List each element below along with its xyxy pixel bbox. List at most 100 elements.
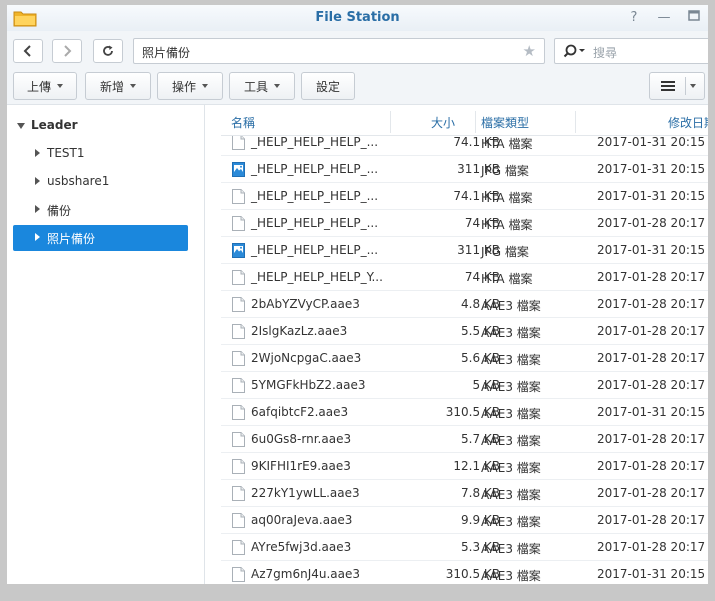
search-input[interactable]: 搜尋 (554, 38, 708, 64)
column-divider[interactable] (575, 111, 576, 133)
collapsed-arrow-icon[interactable] (35, 149, 40, 157)
file-modified: 2017-01-31 20:15 (597, 189, 706, 203)
file-type: JPG 檔案 (481, 164, 529, 178)
file-name: 6afqibtcF2.aae3 (251, 405, 349, 419)
tree-item-label: TEST1 (47, 146, 85, 160)
file-type: AAE3 檔案 (481, 326, 541, 340)
file-name: AYre5fwj3d.aae3 (251, 540, 352, 554)
document-file-icon (232, 540, 245, 555)
file-modified: 2017-01-28 20:17 (597, 540, 706, 554)
tree-item-label: 照片備份 (47, 232, 96, 246)
forward-button[interactable] (52, 39, 82, 63)
caret-down-icon (57, 84, 63, 88)
maximize-icon[interactable] (684, 8, 704, 28)
tree-root-label: Leader (31, 118, 78, 132)
file-modified: 2017-01-28 20:17 (597, 270, 706, 284)
upload-button[interactable]: 上傳 (13, 72, 77, 100)
file-type: HTA 檔案 (481, 137, 533, 151)
collapsed-arrow-icon[interactable] (35, 205, 40, 213)
tree-item-test1[interactable]: TEST1 (13, 141, 188, 167)
file-row[interactable]: 6afqibtcF2.aae3 310.5 KB AAE3 檔案 2017-01-31… (221, 399, 708, 426)
file-row[interactable]: aq00raJeva.aae3 9.9 KB AAE3 檔案 2017-01-28 2… (221, 507, 708, 534)
document-file-icon (232, 432, 245, 447)
document-file-icon (232, 189, 245, 204)
file-row[interactable]: 9KIFHI1rE9.aae3 12.1 KB AAE3 檔案 2017-01-28 … (221, 453, 708, 480)
file-name: _HELP_HELP_HELP_... (251, 189, 379, 203)
file-type: AAE3 檔案 (481, 380, 541, 394)
collapsed-arrow-icon[interactable] (35, 233, 40, 241)
file-type: AAE3 檔案 (481, 488, 541, 502)
file-name: 2IslgKazLz.aae3 (251, 324, 348, 338)
path-bar[interactable]: 照片備份 ★ (133, 38, 545, 64)
column-size[interactable]: 大小 (431, 114, 455, 131)
file-row[interactable]: 2WjoNcpgaC.aae3 5.6 KB AAE3 檔案 2017-01-28 2… (221, 345, 708, 372)
star-icon[interactable]: ★ (523, 42, 536, 60)
file-name: _HELP_HELP_HELP_... (251, 162, 379, 176)
file-modified: 2017-01-28 20:17 (597, 378, 706, 392)
file-name: aq00raJeva.aae3 (251, 513, 353, 527)
help-icon[interactable]: ? (624, 8, 644, 28)
file-row[interactable]: Az7gm6nJ4u.aae3 310.5 KB AAE3 檔案 2017-01-31… (221, 561, 708, 584)
tree-item-label: 備份 (47, 204, 72, 218)
caret-down-icon (274, 84, 280, 88)
search-placeholder: 搜尋 (593, 46, 618, 60)
navigation-bar: 照片備份 ★ 搜尋 (7, 31, 708, 67)
file-row[interactable]: _HELP_HELP_HELP_... 74.1 KB HTA 檔案 2017-01-… (221, 136, 708, 156)
expanded-arrow-icon[interactable] (17, 123, 25, 129)
tree-item-usbshare1[interactable]: usbshare1 (13, 169, 188, 195)
file-modified: 2017-01-28 20:17 (597, 216, 706, 230)
column-type[interactable]: 檔案類型 (481, 114, 529, 131)
create-button[interactable]: 新增 (85, 72, 151, 100)
document-file-icon (232, 297, 245, 312)
file-row[interactable]: 6u0Gs8-rnr.aae3 5.7 KB AAE3 檔案 2017-01-28 2… (221, 426, 708, 453)
upload-label: 上傳 (26, 79, 51, 94)
view-separator (685, 77, 686, 95)
tree-root-leader[interactable]: Leader (13, 113, 188, 139)
tools-button[interactable]: 工具 (229, 72, 295, 100)
image-file-icon (232, 162, 245, 177)
tree-item-backup[interactable]: 備份 (13, 197, 188, 223)
column-modified[interactable]: 修改日期 (668, 114, 708, 131)
column-divider[interactable] (475, 111, 476, 133)
document-file-icon (232, 216, 245, 231)
file-row[interactable]: 2bAbYZVyCP.aae3 4.8 KB AAE3 檔案 2017-01-28 2… (221, 291, 708, 318)
document-file-icon (232, 324, 245, 339)
file-name: 2WjoNcpgaC.aae3 (251, 351, 362, 365)
file-row[interactable]: AYre5fwj3d.aae3 5.3 KB AAE3 檔案 2017-01-28 2… (221, 534, 708, 561)
file-name: 9KIFHI1rE9.aae3 (251, 459, 351, 473)
file-row[interactable]: 2IslgKazLz.aae3 5.5 KB AAE3 檔案 2017-01-28 2… (221, 318, 708, 345)
file-list: 名稱 大小 檔案類型 修改日期 _HELP_HELP_HELP_...74.1 … (221, 105, 708, 584)
file-rows: _HELP_HELP_HELP_... 74.1 KB HTA 檔案 2017-01-… (221, 136, 708, 584)
document-file-icon (232, 459, 245, 474)
file-name: _HELP_HELP_HELP_... (251, 216, 379, 230)
file-modified: 2017-01-28 20:17 (597, 324, 706, 338)
file-row[interactable]: _HELP_HELP_HELP_... 311 KB JPG 檔案 2017-01-3… (221, 156, 708, 183)
file-row[interactable]: _HELP_HELP_HELP_... 74.1 KB HTA 檔案 2017-01-… (221, 183, 708, 210)
file-row[interactable]: _HELP_HELP_HELP_Y... 74 KB HTA 檔案 2017-01-2… (221, 264, 708, 291)
action-toolbar: 上傳 新增 操作 工具 設定 (7, 67, 708, 105)
file-type: AAE3 檔案 (481, 569, 541, 583)
file-row[interactable]: _HELP_HELP_HELP_... 74 KB HTA 檔案 2017-01-28… (221, 210, 708, 237)
file-type: HTA 檔案 (481, 218, 533, 232)
document-file-icon (232, 567, 245, 582)
column-divider[interactable] (390, 111, 391, 133)
document-file-icon (232, 486, 245, 501)
back-button[interactable] (13, 39, 43, 63)
action-label: 操作 (171, 79, 196, 94)
file-type: HTA 檔案 (481, 272, 533, 286)
minimize-icon[interactable]: — (654, 8, 674, 28)
tree-item-photo-backup[interactable]: 照片備份 (13, 225, 188, 251)
file-row[interactable]: 227kY1ywLL.aae3 7.8 KB AAE3 檔案 2017-01-28 2… (221, 480, 708, 507)
file-row[interactable]: _HELP_HELP_HELP_... 311 KB JPG 檔案 2017-01-3… (221, 237, 708, 264)
column-name[interactable]: 名稱 (231, 114, 255, 131)
file-type: AAE3 檔案 (481, 542, 541, 556)
file-name: 6u0Gs8-rnr.aae3 (251, 432, 352, 446)
action-button[interactable]: 操作 (157, 72, 223, 100)
settings-button[interactable]: 設定 (301, 72, 355, 100)
collapsed-arrow-icon[interactable] (35, 177, 40, 185)
view-mode-button[interactable] (649, 72, 705, 100)
file-row[interactable]: 5YMGFkHbZ2.aae3 5 KB AAE3 檔案 2017-01-28 20:… (221, 372, 708, 399)
chevron-right-icon (64, 45, 72, 57)
folder-tree: Leader TEST1 usbshare1 備份 照片備份 (7, 105, 205, 584)
refresh-button[interactable] (93, 39, 123, 63)
